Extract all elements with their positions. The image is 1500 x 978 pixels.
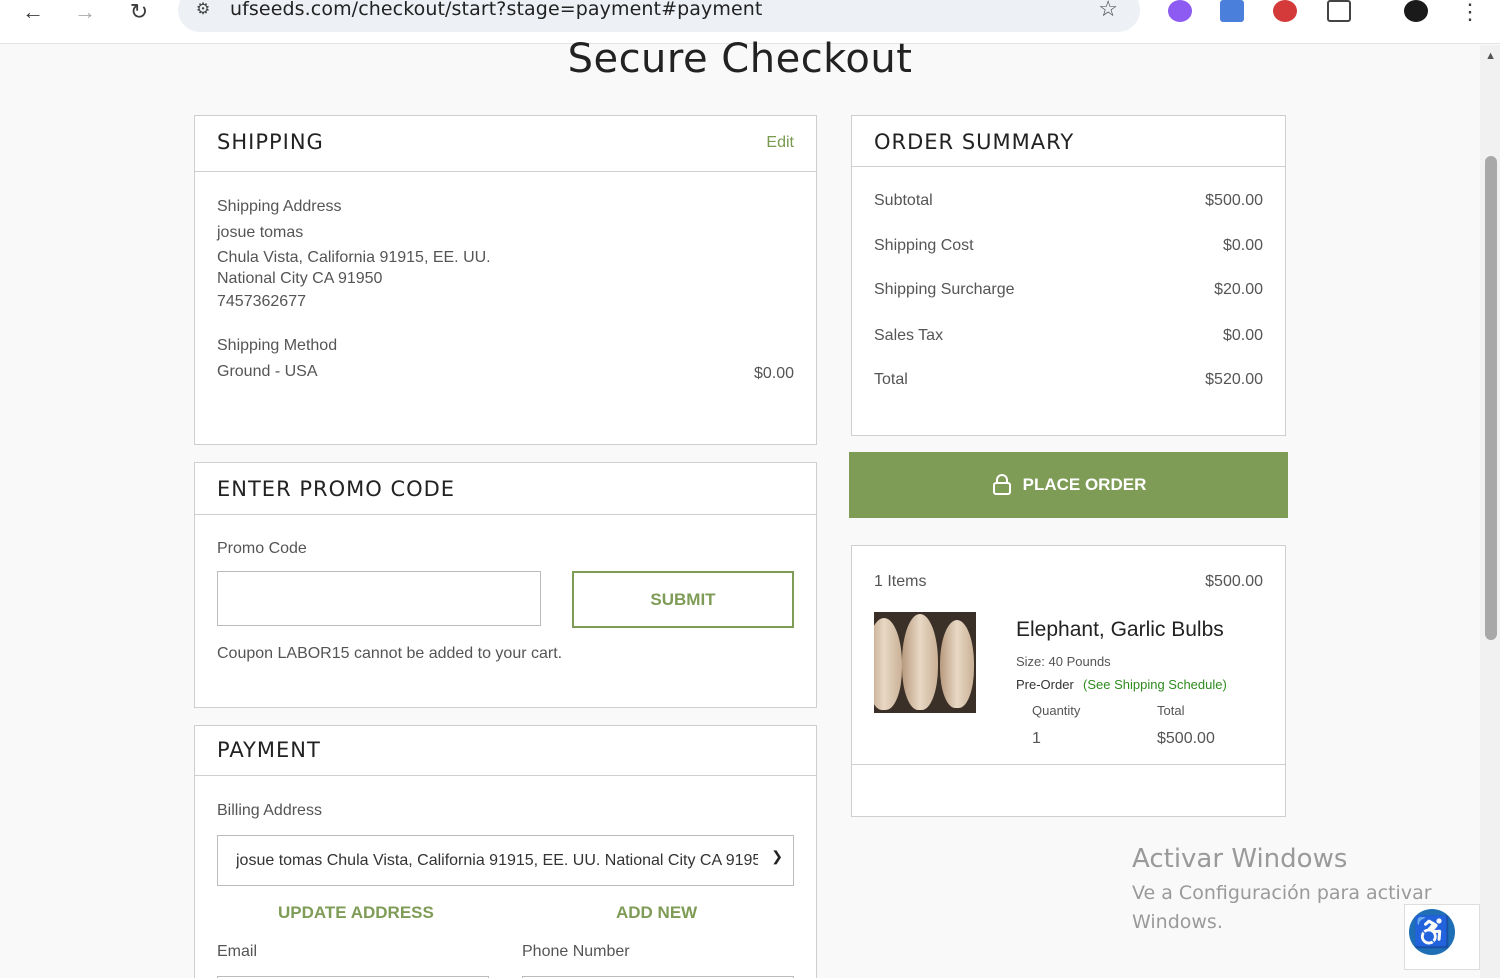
forward-arrow-icon[interactable]: → [70,0,100,24]
items-total: $500.00 [1205,573,1263,590]
translate-extension-icon[interactable] [1220,0,1244,22]
shipping-schedule-link[interactable]: (See Shipping Schedule) [1083,677,1227,692]
windows-watermark-line: Windows. [1132,911,1223,933]
shipping-address-label: Shipping Address [217,198,342,215]
shipping-address-line1: Chula Vista, California 91915, EE. UU. [217,249,491,266]
summary-label: Shipping Surcharge [874,281,1015,298]
summary-row-subtotal: Subtotal $500.00 [874,192,1263,214]
place-order-label: PLACE ORDER [1022,475,1147,494]
payment-heading: PAYMENT [217,738,321,762]
summary-row-shipping-cost: Shipping Cost $0.00 [874,237,1263,259]
billing-address-selected: josue tomas Chula Vista, California 9191… [236,851,758,869]
site-settings-icon[interactable]: ⚙ [192,0,214,20]
avatar[interactable] [1404,0,1428,22]
shipping-method-label: Shipping Method [217,337,338,354]
kebab-menu-icon[interactable]: ⋮ [1455,0,1485,24]
place-order-button[interactable]: PLACE ORDER [849,452,1288,518]
add-new-address-link[interactable]: ADD NEW [616,903,697,923]
payment-card: PAYMENT Billing Address josue tomas Chul… [194,725,817,978]
windows-watermark-title: Activar Windows [1132,844,1348,874]
promo-heading: ENTER PROMO CODE [217,477,456,501]
puzzle-extensions-icon[interactable] [1327,0,1351,22]
promo-code-label: Promo Code [217,540,307,557]
billing-address-select[interactable]: josue tomas Chula Vista, California 9191… [217,835,794,886]
promo-card-header: ENTER PROMO CODE [195,463,816,515]
update-address-link[interactable]: UPDATE ADDRESS [278,903,434,923]
summary-value: $500.00 [1205,192,1263,209]
shipping-card: SHIPPING Edit Shipping Address josue tom… [194,115,817,445]
order-summary-card: ORDER SUMMARY Subtotal $500.00 Shipping … [851,115,1286,436]
shipping-card-header: SHIPPING Edit [195,116,816,172]
summary-value: $20.00 [1214,281,1263,298]
shipping-method-price: $0.00 [753,365,794,382]
edit-shipping-link[interactable]: Edit [766,134,794,152]
scrollbar-thumb[interactable] [1485,156,1497,640]
summary-value: $0.00 [1222,327,1263,344]
summary-row-sales-tax: Sales Tax $0.00 [874,327,1263,349]
quantity-value: 1 [1032,730,1041,747]
shipping-phone: 7457362677 [217,293,306,310]
promo-code-input[interactable] [217,571,541,626]
address-bar[interactable]: ⚙ ufseeds.com/checkout/start?stage=payme… [178,0,1140,32]
items-count: 1 Items [874,573,927,590]
order-summary-header: ORDER SUMMARY [852,116,1285,167]
shipping-name: josue tomas [217,224,304,241]
shipping-method-value: Ground - USA [217,363,318,380]
accessibility-widget[interactable]: ♿ [1404,904,1480,970]
promo-error-message: Coupon LABOR15 cannot be added to your c… [217,645,563,662]
summary-value: $520.00 [1205,371,1263,388]
shipping-address-line2: National City CA 91950 [217,270,383,287]
extension-icon[interactable] [1273,0,1297,22]
summary-row-shipping-surcharge: Shipping Surcharge $20.00 [874,281,1263,303]
email-label: Email [217,943,258,960]
page-title: Secure Checkout [567,36,913,82]
summary-value: $0.00 [1222,237,1263,254]
url-text[interactable]: ufseeds.com/checkout/start?stage=payment… [230,0,762,20]
summary-label: Total [874,371,908,388]
scroll-up-icon[interactable]: ▲ [1485,50,1496,62]
quantity-label: Quantity [1032,703,1081,718]
billing-address-label: Billing Address [217,802,322,819]
line-total-label: Total [1157,703,1185,718]
summary-label: Shipping Cost [874,237,974,254]
summary-row-total: Total $520.00 [874,371,1263,393]
line-total-value: $500.00 [1157,730,1215,747]
lock-icon [992,474,1011,495]
extension-icon[interactable] [1168,0,1192,22]
shipping-heading: SHIPPING [217,130,324,154]
cart-divider [852,764,1285,765]
preorder-label: Pre-Order [1016,677,1074,692]
product-name[interactable]: Elephant, Garlic Bulbs [1016,618,1224,642]
phone-label: Phone Number [522,943,630,960]
windows-watermark-line: Ve a Configuración para activar [1132,882,1432,904]
reload-icon[interactable]: ↻ [124,0,154,24]
summary-label: Subtotal [874,192,933,209]
product-size: Size: 40 Pounds [1016,654,1111,669]
product-image[interactable] [874,612,976,713]
submit-promo-button[interactable]: SUBMIT [572,571,794,628]
chevron-down-icon: ❯ [771,848,783,864]
summary-label: Sales Tax [874,327,944,344]
bookmark-star-icon[interactable]: ☆ [1098,0,1118,22]
promo-card: ENTER PROMO CODE Promo Code SUBMIT Coupo… [194,462,817,708]
order-summary-heading: ORDER SUMMARY [874,130,1075,154]
payment-card-header: PAYMENT [195,726,816,776]
accessibility-icon: ♿ [1409,909,1455,955]
back-arrow-icon[interactable]: ← [18,0,48,24]
